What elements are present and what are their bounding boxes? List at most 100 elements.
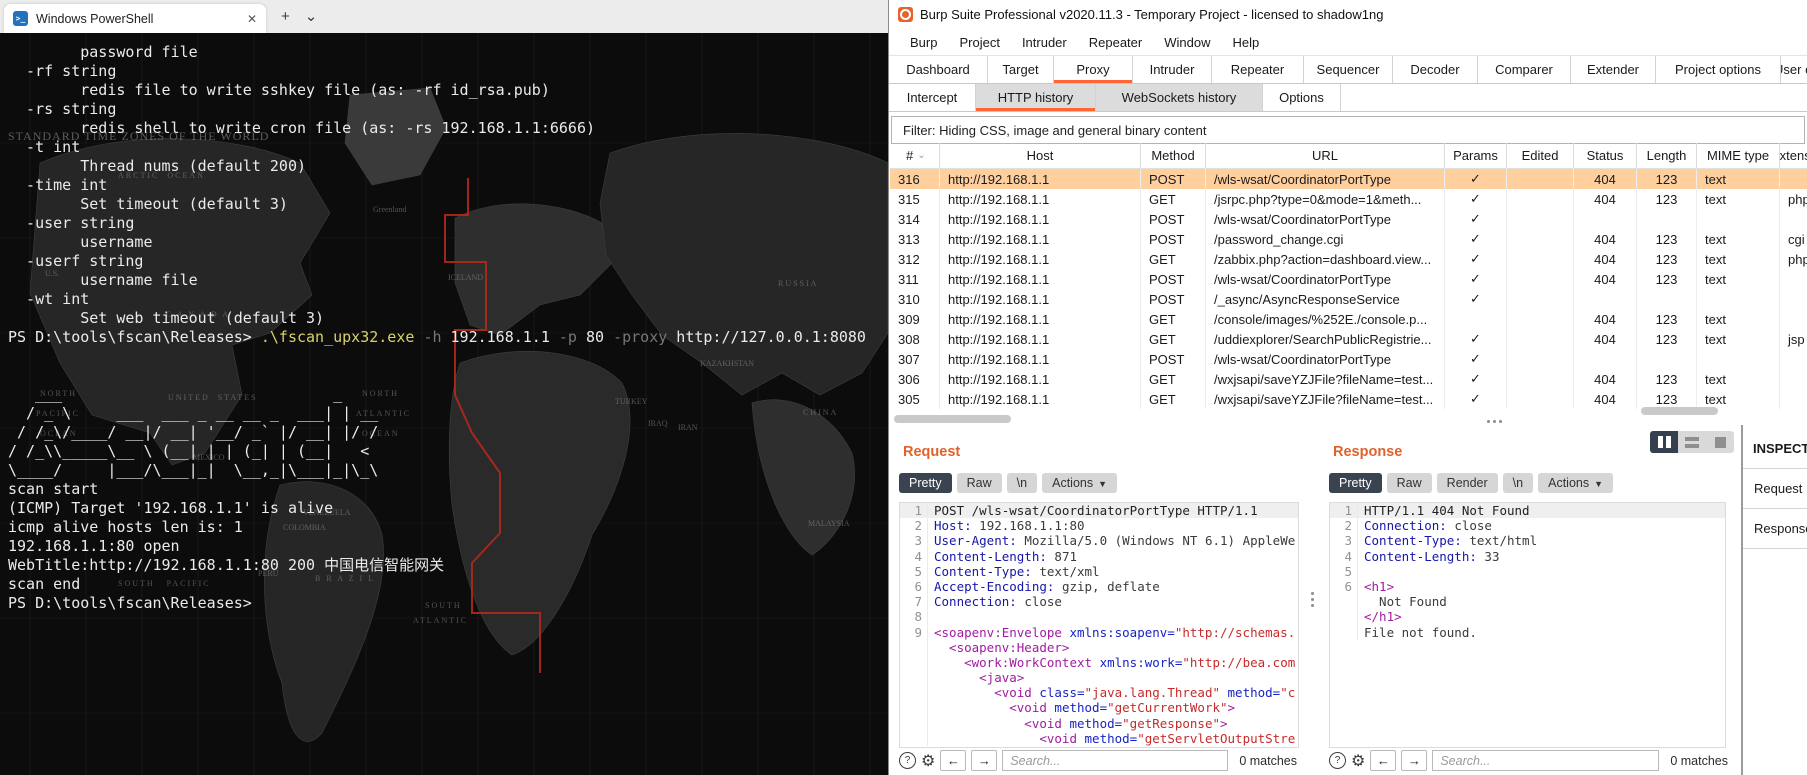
- tab-dropdown-button[interactable]: ⌄: [305, 0, 318, 33]
- code-line: 5: [1330, 563, 1725, 579]
- code-line: <void method= "getServletOutputStre: [900, 730, 1298, 746]
- subtab-websockets-history[interactable]: WebSockets history: [1096, 84, 1263, 111]
- column-header-edited[interactable]: Edited: [1507, 143, 1574, 168]
- cell-length: 123: [1637, 309, 1697, 329]
- menu-intruder[interactable]: Intruder: [1011, 35, 1078, 50]
- column-header-params[interactable]: Params: [1445, 143, 1507, 168]
- table-row[interactable]: 308 http://192.168.1.1 GET/uddiexplorer/Se…: [890, 329, 1807, 349]
- request-editor[interactable]: 1 POST /wls-wsat/CoordinatorPortType HTTP…: [899, 502, 1299, 748]
- column-header-status[interactable]: Status: [1574, 143, 1637, 168]
- menu-window[interactable]: Window: [1153, 35, 1221, 50]
- menu-project[interactable]: Project: [948, 35, 1010, 50]
- subtab-options[interactable]: Options: [1263, 84, 1341, 111]
- subtab-http-history[interactable]: HTTP history: [976, 84, 1096, 111]
- column-header-length[interactable]: Length: [1637, 143, 1697, 168]
- table-row[interactable]: 316 http://192.168.1.1 POST/wls-wsat/Coord…: [890, 169, 1807, 189]
- code-line: 6 Accept-Encoding: gzip, deflate: [900, 578, 1298, 595]
- layout-toggle: [1650, 431, 1734, 453]
- terminal-line: redis shell to write cron file (as: -rs …: [8, 119, 595, 137]
- tab-close-icon[interactable]: ✕: [247, 12, 257, 26]
- table-row[interactable]: 313 http://192.168.1.1 POST/password_chang…: [890, 229, 1807, 249]
- next-match-button[interactable]: →: [971, 750, 998, 771]
- request-button-actions[interactable]: Actions ▼: [1042, 473, 1118, 493]
- table-row[interactable]: 312 http://192.168.1.1 GET/zabbix.php?acti…: [890, 249, 1807, 269]
- table-row[interactable]: 306 http://192.168.1.1 GET/wxjsapi/saveYZJ…: [890, 369, 1807, 389]
- response-editor[interactable]: 1 HTTP/1.1 404 Not Found 2 Connection: clos…: [1329, 502, 1726, 748]
- tab-project-options[interactable]: Project options: [1656, 56, 1781, 83]
- single-layout-icon[interactable]: [1706, 431, 1734, 453]
- cell-extension: [1780, 269, 1807, 289]
- tab-decoder[interactable]: Decoder: [1393, 56, 1478, 83]
- request-button-pretty[interactable]: Pretty: [899, 473, 952, 493]
- tab-user-options[interactable]: User options: [1781, 56, 1807, 83]
- tab-dashboard[interactable]: Dashboard: [889, 56, 988, 83]
- cell-method: GET: [1141, 329, 1206, 349]
- table-hscrollbar-thumb-right[interactable]: [1641, 407, 1718, 415]
- tab-intruder[interactable]: Intruder: [1133, 56, 1212, 83]
- tab-proxy[interactable]: Proxy: [1054, 56, 1133, 83]
- gear-icon[interactable]: ⚙: [1351, 751, 1365, 771]
- tab-extender[interactable]: Extender: [1571, 56, 1656, 83]
- panel-splitter-handle[interactable]: [1311, 592, 1314, 607]
- filter-bar[interactable]: Filter: Hiding CSS, image and general bi…: [891, 116, 1805, 144]
- next-match-button[interactable]: →: [1401, 750, 1428, 771]
- terminal-line: -time int: [8, 176, 108, 194]
- response-button-pretty[interactable]: Pretty: [1329, 473, 1382, 493]
- request-button-raw[interactable]: Raw: [956, 473, 1002, 493]
- response-search-input[interactable]: Search...: [1432, 750, 1660, 771]
- table-hscrollbar-thumb[interactable]: [894, 415, 1011, 423]
- screen: >_ Windows PowerShell ✕ + ⌄ STANDARD TIM…: [0, 0, 1807, 775]
- terminal-body[interactable]: STANDARD TIME ZONES OF THE WORLD ARCTIC O…: [0, 33, 888, 775]
- splitter-handle[interactable]: [1487, 420, 1502, 423]
- menu-burp[interactable]: Burp: [899, 35, 948, 50]
- column-header--[interactable]: # ⌄: [890, 143, 940, 168]
- cell-length: 123: [1637, 229, 1697, 249]
- code-line: 5 Content-Type: text/xml: [900, 563, 1298, 579]
- column-header-extension[interactable]: Extension: [1780, 143, 1807, 168]
- table-row[interactable]: 311 http://192.168.1.1 POST/wls-wsat/Coord…: [890, 269, 1807, 289]
- cell-host: http://192.168.1.1: [940, 309, 1141, 329]
- response-button-render[interactable]: Render: [1436, 473, 1498, 493]
- column-header-url[interactable]: URL: [1206, 143, 1445, 168]
- line-number: 8: [900, 609, 928, 625]
- columns-layout-icon[interactable]: [1650, 431, 1678, 453]
- column-header-method[interactable]: Method: [1141, 143, 1206, 168]
- table-row[interactable]: 315 http://192.168.1.1 GET/jsrpc.php?type=…: [890, 189, 1807, 209]
- inspector-section-request-headers[interactable]: Request Headers: [1743, 468, 1807, 508]
- line-number: [900, 715, 928, 731]
- tab-comparer[interactable]: Comparer: [1478, 56, 1571, 83]
- gear-icon[interactable]: ⚙: [921, 751, 935, 771]
- table-row[interactable]: 309 http://192.168.1.1 GET/console/images/…: [890, 309, 1807, 329]
- code-line: <work:WorkContext xmlns:work= "http://bea…: [900, 654, 1298, 671]
- tab-target[interactable]: Target: [988, 56, 1054, 83]
- request-button--n[interactable]: \n: [1006, 473, 1038, 493]
- prev-match-button[interactable]: ←: [940, 750, 967, 771]
- menu-repeater[interactable]: Repeater: [1078, 35, 1153, 50]
- subtab-intercept[interactable]: Intercept: [889, 84, 976, 111]
- rows-layout-icon[interactable]: [1678, 431, 1706, 453]
- request-search-input[interactable]: Search...: [1002, 750, 1229, 771]
- table-row[interactable]: 314 http://192.168.1.1 POST/wls-wsat/Coord…: [890, 209, 1807, 229]
- table-row[interactable]: 307 http://192.168.1.1 POST/wls-wsat/Coord…: [890, 349, 1807, 369]
- terminal-tab[interactable]: >_ Windows PowerShell ✕: [4, 4, 266, 33]
- new-tab-button[interactable]: +: [281, 0, 290, 33]
- prev-match-button[interactable]: ←: [1370, 750, 1397, 771]
- cell-params: ✓: [1445, 189, 1507, 209]
- code-line: <void class= "java.lang.Thread" method= "c: [900, 685, 1298, 701]
- menu-help[interactable]: Help: [1221, 35, 1270, 50]
- tab-sequencer[interactable]: Sequencer: [1304, 56, 1393, 83]
- response-button-raw[interactable]: Raw: [1386, 473, 1432, 493]
- response-button-actions[interactable]: Actions ▼: [1538, 473, 1614, 493]
- help-icon[interactable]: ?: [899, 752, 916, 769]
- inspector-section-response-headers[interactable]: Response Headers: [1743, 508, 1807, 548]
- cell-params: ✓: [1445, 229, 1507, 249]
- table-row[interactable]: 305 http://192.168.1.1 GET/wxjsapi/saveYZJ…: [890, 389, 1807, 409]
- cell-url: /wxjsapi/saveYZJFile?fileName=test...: [1206, 389, 1445, 409]
- column-header-mime-type[interactable]: MIME type: [1697, 143, 1780, 168]
- tab-repeater[interactable]: Repeater: [1212, 56, 1304, 83]
- response-button--n[interactable]: \n: [1502, 473, 1534, 493]
- column-header-host[interactable]: Host: [940, 143, 1141, 168]
- help-icon[interactable]: ?: [1329, 752, 1346, 769]
- cell-length: 123: [1637, 189, 1697, 209]
- table-row[interactable]: 310 http://192.168.1.1 POST/_async/AsyncRe…: [890, 289, 1807, 309]
